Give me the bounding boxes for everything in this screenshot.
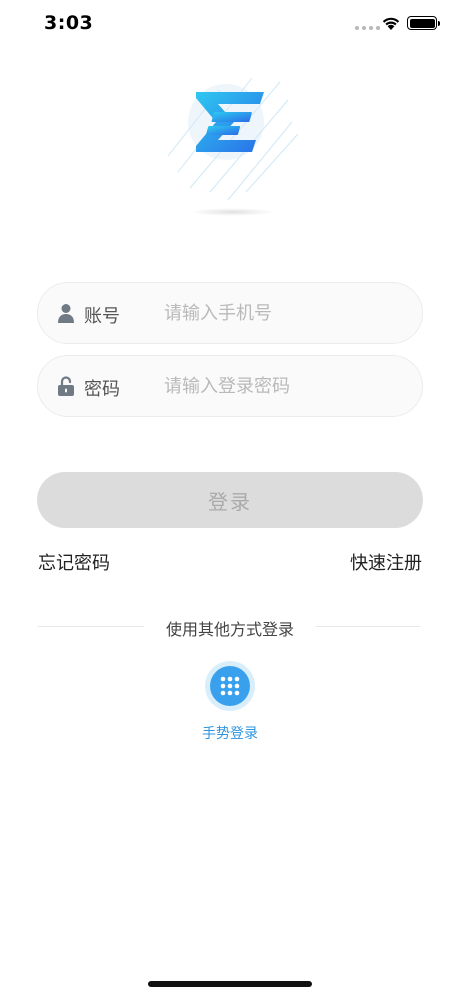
wifi-icon	[382, 17, 400, 30]
keypad-dots-icon	[220, 676, 240, 696]
unlocked-padlock-icon	[58, 376, 74, 396]
quick-register-link[interactable]: 快速注册	[350, 549, 422, 575]
account-field[interactable]: 账号	[37, 282, 423, 344]
password-field[interactable]: 密码	[37, 355, 423, 417]
phone-number-input[interactable]	[164, 293, 404, 333]
account-label: 账号	[84, 306, 120, 327]
status-time: 3:03	[44, 12, 94, 34]
cellular-signal-icon	[355, 26, 380, 30]
person-icon	[58, 304, 74, 323]
app-logo	[167, 77, 299, 201]
divider-right	[316, 626, 420, 627]
password-input[interactable]	[164, 366, 404, 406]
gesture-login-label[interactable]: 手势登录	[0, 723, 460, 743]
forgot-password-link[interactable]: 忘记密码	[38, 549, 110, 575]
gesture-login-button[interactable]	[205, 661, 255, 711]
status-bar: 3:03	[0, 0, 460, 50]
battery-icon	[407, 16, 440, 30]
home-indicator	[148, 981, 312, 987]
login-button[interactable]: 登录	[37, 472, 423, 528]
password-label: 密码	[84, 379, 120, 400]
other-login-divider-text: 使用其他方式登录	[165, 620, 294, 639]
logo-shadow	[190, 208, 275, 216]
